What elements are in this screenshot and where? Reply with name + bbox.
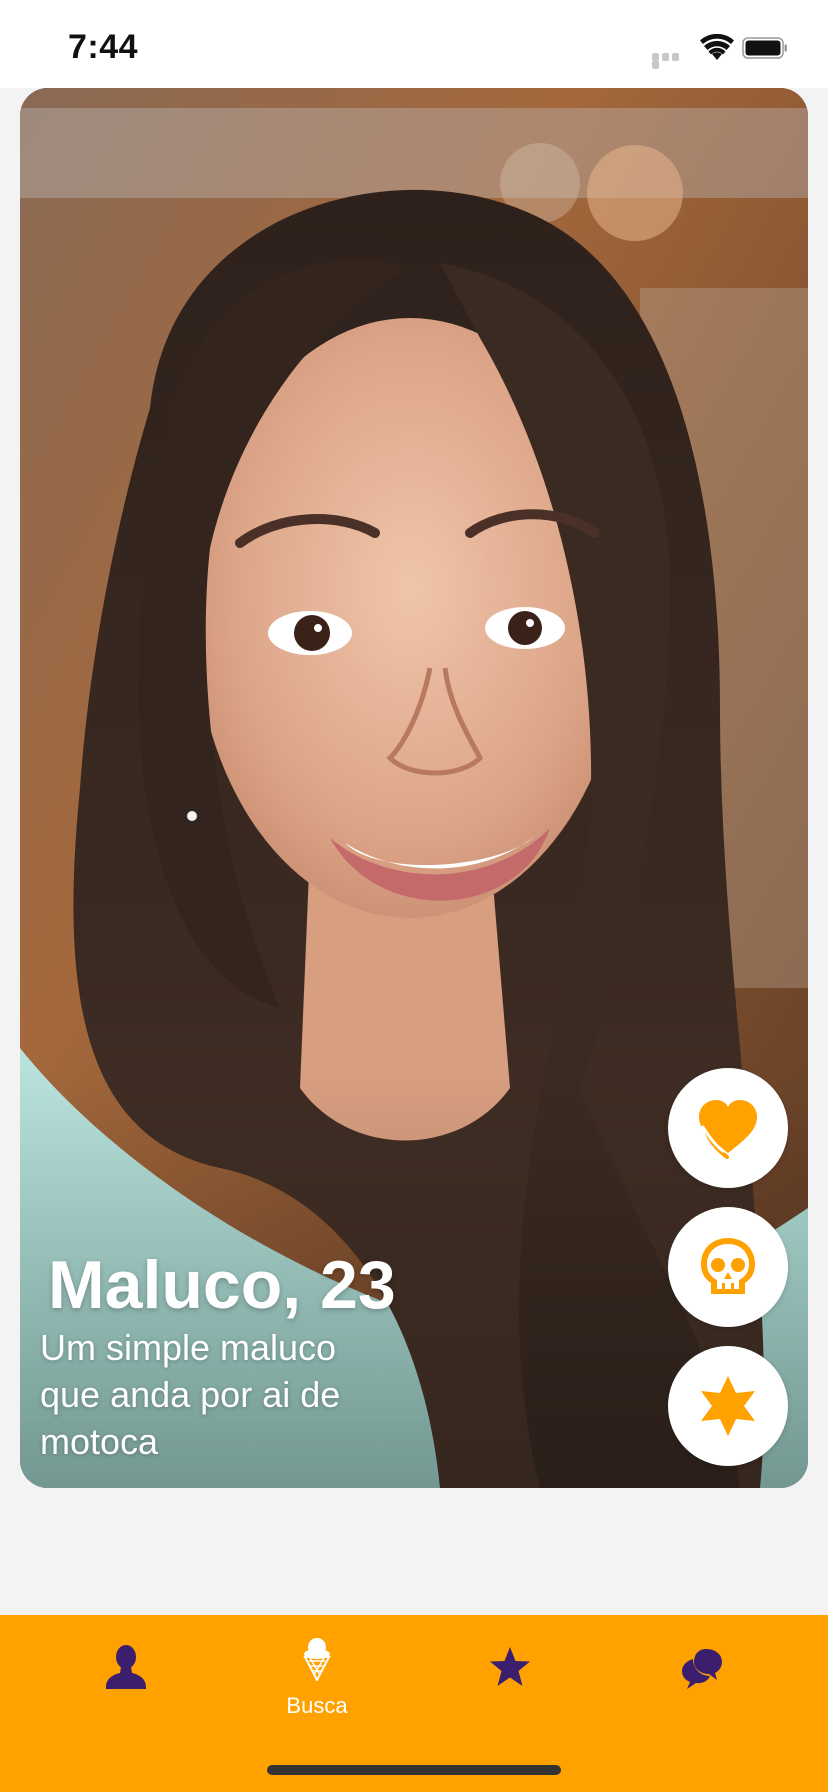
tab-busca-label: Busca xyxy=(286,1693,348,1718)
person-icon xyxy=(106,1645,146,1689)
home-indicator[interactable] xyxy=(267,1765,561,1775)
profile-bio: Um simple maluco que anda por ai de moto… xyxy=(40,1327,341,1462)
tab-chat[interactable] xyxy=(606,1615,796,1735)
tab-favorites[interactable] xyxy=(414,1615,604,1735)
status-time: 7:44 xyxy=(68,28,139,66)
tab-profile[interactable] xyxy=(30,1615,220,1735)
profile-card[interactable]: Maluco, 23 Um simple maluco que anda por… xyxy=(20,88,808,1488)
status-bar: 7:44 xyxy=(0,0,828,88)
star-icon xyxy=(490,1647,530,1686)
super-like-button[interactable] xyxy=(668,1346,788,1466)
tab-busca[interactable]: Busca xyxy=(222,1615,412,1735)
battery-icon xyxy=(742,37,787,59)
like-button[interactable] xyxy=(668,1068,788,1188)
cellular-signal-icon xyxy=(652,53,690,69)
skull-icon xyxy=(701,1238,755,1294)
wifi-icon xyxy=(700,34,734,60)
chat-bubbles-icon xyxy=(682,1649,722,1689)
profile-name-age: Maluco, 23 xyxy=(48,1247,396,1323)
skull-button[interactable] xyxy=(668,1207,788,1327)
tab-bar: Busca xyxy=(0,1615,828,1792)
heart-icon xyxy=(699,1100,757,1159)
star-burst-icon xyxy=(701,1376,755,1436)
ice-cream-icon xyxy=(303,1638,331,1681)
